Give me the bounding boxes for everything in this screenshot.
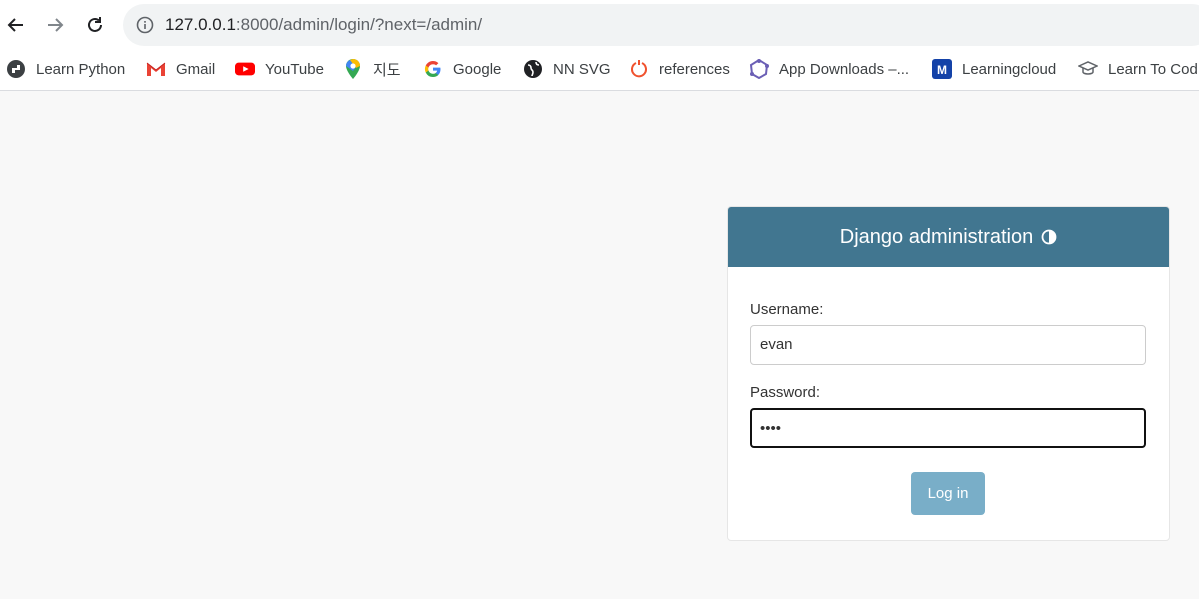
back-button[interactable] <box>0 9 32 41</box>
google-icon <box>423 59 443 79</box>
bookmark-references[interactable]: references <box>629 56 730 82</box>
login-card: Django administration Username: evan Pas… <box>727 206 1170 541</box>
url-text[interactable]: 127.0.0.1:8000/admin/login/?next=/admin/ <box>165 15 482 35</box>
bookmark-label: 지도 <box>373 61 401 79</box>
bookmark-label: NN SVG <box>553 60 611 78</box>
half-circle-theme-icon <box>1041 229 1057 245</box>
forward-button[interactable] <box>39 9 71 41</box>
browser-toolbar: 127.0.0.1:8000/admin/login/?next=/admin/… <box>0 0 1199 91</box>
svg-text:M: M <box>937 63 947 77</box>
globe-icon <box>523 59 543 79</box>
bookmark-app-downloads[interactable]: App Downloads –... <box>749 56 909 82</box>
username-input[interactable]: evan <box>750 325 1146 365</box>
address-bar[interactable]: 127.0.0.1:8000/admin/login/?next=/admin/ <box>123 4 1199 46</box>
bookmark-google[interactable]: Google <box>423 56 501 82</box>
gmail-icon <box>146 59 166 79</box>
bookmark-learningcloud[interactable]: M Learningcloud <box>932 56 1056 82</box>
references-icon <box>629 59 649 79</box>
bookmark-learn-to-code[interactable]: Learn To Cod <box>1078 56 1198 82</box>
python-icon <box>6 59 26 79</box>
url-host: 127.0.0.1 <box>165 15 236 34</box>
bookmark-label: Learningcloud <box>962 60 1057 78</box>
url-path: :8000/admin/login/?next=/admin/ <box>235 15 483 34</box>
bookmark-label: Learn To Cod <box>1108 60 1198 78</box>
learningcloud-icon: M <box>932 59 952 79</box>
app-downloads-icon <box>749 59 769 79</box>
bookmark-youtube[interactable]: YouTube <box>235 56 324 82</box>
bookmark-label: Gmail <box>176 60 216 78</box>
theme-toggle-button[interactable] <box>1041 229 1057 245</box>
youtube-icon <box>235 59 255 79</box>
bookmark-label: Learn Python <box>36 60 126 78</box>
password-input[interactable]: •••• <box>750 408 1146 448</box>
site-title: Django administration <box>839 225 1034 248</box>
bookmark-label: Google <box>453 60 502 78</box>
bookmark-label: YouTube <box>265 60 324 78</box>
bookmark-gmail[interactable]: Gmail <box>146 56 215 82</box>
maps-icon <box>343 59 363 79</box>
bookmark-learn-python[interactable]: Learn Python <box>6 56 125 82</box>
username-label: Username: <box>750 301 824 318</box>
password-label: Password: <box>750 384 821 401</box>
login-button[interactable]: Log in <box>911 472 985 515</box>
bookmark-label: App Downloads –... <box>779 60 910 78</box>
info-icon[interactable] <box>136 16 154 34</box>
reload-button[interactable] <box>79 9 111 41</box>
bookmarks-bar: Learn Python Gmail YouTube 지도 Google NN … <box>0 56 1199 82</box>
bookmark-nn-svg[interactable]: NN SVG <box>523 56 611 82</box>
back-arrow-icon <box>7 18 23 32</box>
login-header: Django administration <box>728 207 1169 267</box>
bookmark-label: references <box>659 60 730 78</box>
graduation-cap-icon <box>1078 59 1098 79</box>
forward-arrow-icon <box>48 18 64 32</box>
reload-icon <box>88 17 102 32</box>
bookmark-maps[interactable]: 지도 <box>343 56 401 82</box>
